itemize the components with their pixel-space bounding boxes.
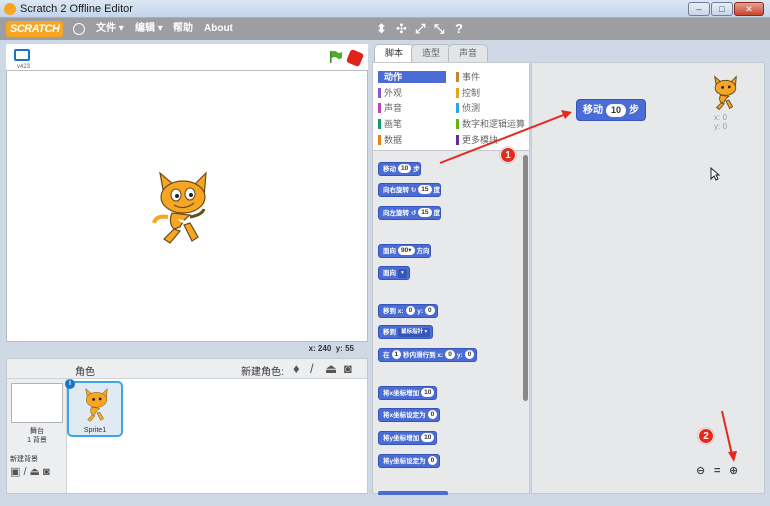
palette-scrollbar[interactable] (523, 155, 528, 401)
stop-icon[interactable] (345, 48, 365, 68)
stage-header: v423 (6, 44, 368, 70)
shrink-tool-icon[interactable]: ⤡ (434, 21, 444, 36)
choose-sprite-icon[interactable]: ♦ (293, 361, 300, 377)
block-move-steps[interactable]: 移动 10 步 (378, 162, 421, 176)
scratch-logo[interactable]: SCRATCH (6, 21, 64, 37)
category-more-blocks[interactable]: 更多模块 (456, 134, 498, 146)
sprite-thumbnail-cat (85, 387, 108, 422)
camera-sprite-icon[interactable]: ◙ (344, 361, 352, 377)
sprite-pane: 角色 新建角色: ♦ / ⏏ ◙ 舞台 1 背景 新建背景 ▣ / ⏏ ◙ i … (6, 358, 368, 494)
help-tool-icon[interactable]: ? (455, 21, 463, 36)
sprite-position: x: 0 y: 0 (714, 113, 727, 131)
menu-edit[interactable]: 编辑 ▾ (135, 22, 163, 36)
zoom-out-icon[interactable]: ⊖ (696, 465, 705, 477)
block-glide[interactable]: 在 1 秒内滑行到 x: 0 y: 0 (378, 348, 478, 362)
sprite-tile[interactable]: i Sprite1 (65, 379, 123, 437)
script-move-block[interactable]: 移动 10 步 (576, 99, 647, 121)
current-sprite-icon (713, 75, 737, 111)
stage-canvas[interactable] (6, 70, 368, 342)
mouse-cursor-icon (710, 167, 720, 181)
maximize-button[interactable]: □ (711, 2, 733, 16)
sprites-header-label: 角色 (75, 367, 95, 378)
fullscreen-icon[interactable] (14, 49, 30, 61)
window-title: Scratch 2 Offline Editor (20, 3, 133, 15)
category-looks[interactable]: 外观 (378, 87, 402, 99)
scripts-area[interactable]: 移动 10 步 x: 0 y: 0 ⊖ = ⊕ (531, 62, 765, 494)
cat-sprite[interactable] (150, 167, 214, 249)
block-set-y[interactable]: 将y坐标设定为 0 (378, 454, 441, 468)
tab-scripts[interactable]: 脚本 (374, 44, 415, 63)
block-goto[interactable]: 移到 鼠标指针 ▾ (378, 325, 434, 339)
zoom-in-icon[interactable]: ⊕ (729, 465, 738, 477)
paint-sprite-icon[interactable]: / (310, 361, 314, 377)
category-operators[interactable]: 数字和逻辑运算 (456, 118, 525, 130)
menu-file[interactable]: 文件 ▾ (96, 22, 124, 36)
tab-costumes[interactable]: 造型 (411, 44, 452, 62)
minimize-button[interactable]: – (688, 2, 710, 16)
block-turn-right[interactable]: 向右旋转 ↻ 15 度 (378, 183, 441, 197)
stage-coordinates: x: 240 y: 55 (308, 344, 354, 353)
partial-block (378, 491, 448, 495)
duplicate-tool-icon[interactable]: ⬍ (376, 21, 387, 36)
window-titlebar: Scratch 2 Offline Editor – □ ✕ (0, 0, 770, 18)
category-control[interactable]: 控制 (456, 87, 480, 99)
annotation-marker-2: 2 (698, 428, 714, 444)
stage-name: 舞台 1 背景 (27, 428, 47, 444)
category-pen[interactable]: 画笔 (378, 118, 402, 130)
new-backdrop-label: 新建背景 (10, 456, 38, 463)
block-point-direction[interactable]: 面向 90▾ 方向 (378, 244, 431, 258)
category-data[interactable]: 数据 (378, 134, 402, 146)
category-sensing[interactable]: 侦测 (456, 102, 480, 114)
menu-about[interactable]: About (204, 22, 233, 36)
grow-tool-icon[interactable]: ⤢ (415, 21, 425, 36)
block-change-x[interactable]: 将x坐标增加 10 (378, 386, 438, 400)
block-set-x[interactable]: 将x坐标设定为 0 (378, 408, 441, 422)
block-change-y[interactable]: 将y坐标增加 10 (378, 431, 438, 445)
menubar: SCRATCH 文件 ▾ 编辑 ▾ 帮助 About ⬍ ✣ ⤢ ⤡ ? (0, 18, 770, 40)
category-motion[interactable]: 动作 (378, 71, 446, 83)
zoom-reset-icon[interactable]: = (714, 465, 720, 477)
stage-thumbnail-area: 舞台 1 背景 新建背景 ▣ / ⏏ ◙ (7, 379, 67, 493)
app-icon (4, 3, 16, 15)
sprite-pane-header: 角色 新建角色: ♦ / ⏏ ◙ (7, 359, 367, 379)
close-button[interactable]: ✕ (734, 2, 764, 16)
block-goto-xy[interactable]: 移到 x: 0 y: 0 (378, 304, 438, 318)
tab-sounds[interactable]: 声音 (448, 44, 489, 62)
globe-icon[interactable] (73, 23, 85, 35)
annotation-marker-1: 1 (500, 147, 516, 163)
block-turn-left[interactable]: 向左旋转 ↺ 15 度 (378, 206, 441, 220)
category-sound[interactable]: 声音 (378, 102, 402, 114)
new-sprite-label: 新建角色: (241, 367, 284, 378)
category-events[interactable]: 事件 (456, 71, 480, 83)
green-flag-icon[interactable] (329, 50, 343, 64)
category-list: 动作 外观 声音 画笔 数据 事件 控制 侦测 数字和逻辑运算 更多模块 (373, 63, 529, 151)
block-point-towards[interactable]: 面向 ▾ (378, 266, 410, 280)
info-icon[interactable]: i (65, 379, 75, 389)
stage-thumbnail[interactable] (11, 383, 63, 423)
sprite-name: Sprite1 (83, 427, 107, 434)
upload-sprite-icon[interactable]: ⏏ (325, 361, 337, 377)
block-palette: 动作 外观 声音 画笔 数据 事件 控制 侦测 数字和逻辑运算 更多模块 移动 1… (372, 62, 530, 495)
menu-help[interactable]: 帮助 (173, 22, 193, 36)
delete-tool-icon[interactable]: ✣ (396, 21, 407, 36)
backdrop-tools-icon[interactable]: ▣ / ⏏ ◙ (10, 465, 50, 478)
